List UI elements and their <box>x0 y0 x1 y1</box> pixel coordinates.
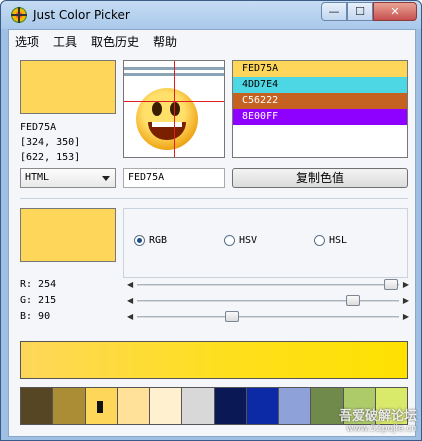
green-slider[interactable]: ◀ ▶ <box>127 295 409 306</box>
red-slider-thumb[interactable] <box>384 279 399 290</box>
red-slider[interactable]: ◀ ▶ <box>127 279 409 290</box>
screen-coords-label: [324, 350] <box>20 137 81 148</box>
blue-slider-thumb[interactable] <box>224 311 239 322</box>
minimize-button[interactable]: — <box>321 2 347 21</box>
palette-swatch[interactable] <box>85 388 118 424</box>
smiley-face-icon <box>136 88 198 150</box>
smiley-eye-icon <box>152 102 162 116</box>
slider-left-arrow-icon[interactable]: ◀ <box>127 312 133 321</box>
copy-color-button[interactable]: 复制色值 <box>232 168 408 188</box>
slider-left-arrow-icon[interactable]: ◀ <box>127 296 133 305</box>
menu-history[interactable]: 取色历史 <box>91 33 139 50</box>
app-window: Just Color Picker — ☐ ✕ 选项 工具 取色历史 帮助 FE… <box>0 0 422 441</box>
slider-left-arrow-icon[interactable]: ◀ <box>127 280 133 289</box>
divider <box>20 198 408 199</box>
hex-value-field[interactable]: FED75A <box>123 168 225 188</box>
color-model-group: RGB HSV HSL <box>123 208 408 278</box>
maximize-button[interactable]: ☐ <box>347 2 373 21</box>
color-info: FED75A [324, 350] [622, 153] <box>20 120 80 165</box>
close-button[interactable]: ✕ <box>373 2 417 21</box>
history-item[interactable]: 8E00FF <box>233 109 407 125</box>
palette-swatch[interactable] <box>279 388 312 424</box>
magnifier-view <box>123 60 225 158</box>
smiley-mouth-icon <box>148 122 186 140</box>
main-panel: 选项 工具 取色历史 帮助 FED75A [324, 350] [622, 15… <box>8 29 416 437</box>
radio-hsl-label: HSL <box>329 235 348 246</box>
current-hex-label: FED75A <box>20 122 57 133</box>
palette-swatch[interactable] <box>117 388 150 424</box>
window-title: Just Color Picker <box>33 8 130 22</box>
radio-hsl-dot[interactable] <box>314 235 325 246</box>
smiley-eye-icon <box>170 102 180 116</box>
green-slider-thumb[interactable] <box>346 295 361 306</box>
chevron-down-icon <box>102 176 110 181</box>
title-bar[interactable]: Just Color Picker — ☐ ✕ <box>1 1 421 29</box>
crosshair-vertical <box>174 61 175 157</box>
palette-swatch[interactable] <box>182 388 215 424</box>
palette-swatch[interactable] <box>150 388 183 424</box>
color-picker-app-icon <box>11 7 27 23</box>
menu-help[interactable]: 帮助 <box>153 33 177 50</box>
blue-label: B: 90 <box>20 311 51 322</box>
menu-bar: 选项 工具 取色历史 帮助 <box>9 30 415 52</box>
palette-swatch[interactable] <box>21 388 54 424</box>
history-item[interactable]: C56222 <box>233 93 407 109</box>
window-coords-label: [622, 153] <box>20 152 81 163</box>
menu-options[interactable]: 选项 <box>15 33 39 50</box>
color-history-list[interactable]: FED75A 4DD7E4 C56222 8E00FF <box>232 60 408 158</box>
radio-hsv-dot[interactable] <box>224 235 235 246</box>
color-gradient-bar[interactable] <box>20 341 408 379</box>
history-item[interactable]: FED75A <box>233 61 407 77</box>
radio-hsl[interactable]: HSL <box>314 235 347 246</box>
watermark: 吾爱破解论坛 www.52pojie.cn <box>339 405 417 434</box>
red-label: R: 254 <box>20 279 57 290</box>
radio-hsv[interactable]: HSV <box>224 235 257 246</box>
history-item[interactable]: 4DD7E4 <box>233 77 407 93</box>
format-select[interactable]: HTML <box>20 168 116 188</box>
watermark-url: www.52pojie.cn <box>346 424 417 434</box>
window-controls: — ☐ ✕ <box>321 2 417 22</box>
radio-rgb-label: RGB <box>149 235 168 246</box>
palette-swatch[interactable] <box>53 388 86 424</box>
selected-swatch-marker <box>96 401 103 413</box>
watermark-text: 吾爱破解论坛 <box>338 409 417 424</box>
radio-rgb-dot[interactable] <box>134 235 145 246</box>
blue-slider[interactable]: ◀ ▶ <box>127 311 409 322</box>
format-select-value: HTML <box>25 172 50 183</box>
radio-rgb[interactable]: RGB <box>134 235 167 246</box>
palette-swatch[interactable] <box>214 388 247 424</box>
slider-right-arrow-icon[interactable]: ▶ <box>403 280 409 289</box>
radio-hsv-label: HSV <box>239 235 258 246</box>
slider-right-arrow-icon[interactable]: ▶ <box>403 312 409 321</box>
palette-swatch[interactable] <box>246 388 279 424</box>
menu-tools[interactable]: 工具 <box>53 33 77 50</box>
current-color-swatch <box>20 60 116 114</box>
edit-color-swatch <box>20 208 116 262</box>
green-label: G: 215 <box>20 295 57 306</box>
slider-right-arrow-icon[interactable]: ▶ <box>403 296 409 305</box>
